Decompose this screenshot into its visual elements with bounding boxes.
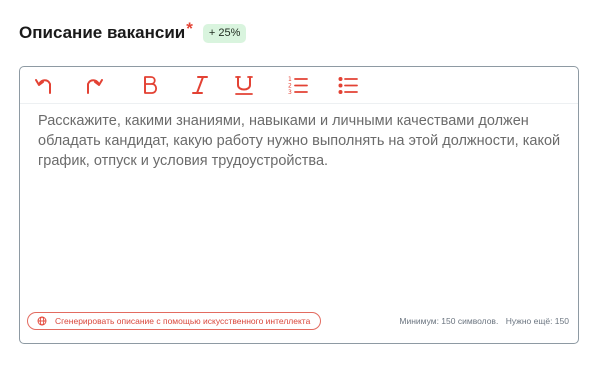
bullet-list-button[interactable] bbox=[336, 73, 360, 97]
required-mark: * bbox=[186, 19, 193, 38]
description-editor: 1 2 3 Расскажите, какими знаниями, навык… bbox=[19, 66, 579, 344]
italic-icon bbox=[192, 76, 208, 94]
redo-icon bbox=[87, 79, 103, 94]
ordered-list-icon: 1 2 3 bbox=[288, 76, 308, 96]
underline-icon bbox=[235, 76, 253, 95]
section-heading: Описание вакансии * + 25% bbox=[19, 19, 247, 44]
minimum-text: Минимум: 150 символов. bbox=[399, 316, 499, 326]
ai-generate-label: Сгенерировать описание с помощью искусст… bbox=[55, 316, 311, 326]
redo-button[interactable] bbox=[82, 73, 106, 97]
description-textarea[interactable]: Расскажите, какими знаниями, навыками и … bbox=[38, 111, 563, 171]
vacancy-description-section: Описание вакансии * + 25% 1 2 3 Расскажи… bbox=[0, 0, 600, 366]
ordered-list-button[interactable]: 1 2 3 bbox=[286, 73, 310, 97]
bullet-list-icon bbox=[338, 77, 358, 94]
remaining-text: Нужно ещё: 150 bbox=[505, 316, 569, 326]
placeholder-text: Расскажите, какими знаниями, навыками и … bbox=[38, 113, 561, 169]
editor-toolbar: 1 2 3 bbox=[20, 67, 578, 104]
globe-icon bbox=[37, 316, 47, 326]
bold-button[interactable] bbox=[138, 73, 162, 97]
undo-button[interactable] bbox=[32, 73, 56, 97]
undo-icon bbox=[35, 79, 51, 94]
section-title: Описание вакансии bbox=[19, 23, 186, 42]
svg-text:3: 3 bbox=[288, 89, 292, 96]
editor-footer: Сгенерировать описание с помощью искусст… bbox=[27, 312, 569, 334]
character-counter: Минимум: 150 символов. Нужно ещё: 150 bbox=[399, 316, 569, 326]
italic-button[interactable] bbox=[188, 73, 212, 97]
bold-icon bbox=[144, 76, 158, 94]
bonus-badge: + 25% bbox=[202, 23, 247, 43]
ai-generate-button[interactable]: Сгенерировать описание с помощью искусст… bbox=[27, 312, 322, 330]
underline-button[interactable] bbox=[232, 73, 256, 97]
